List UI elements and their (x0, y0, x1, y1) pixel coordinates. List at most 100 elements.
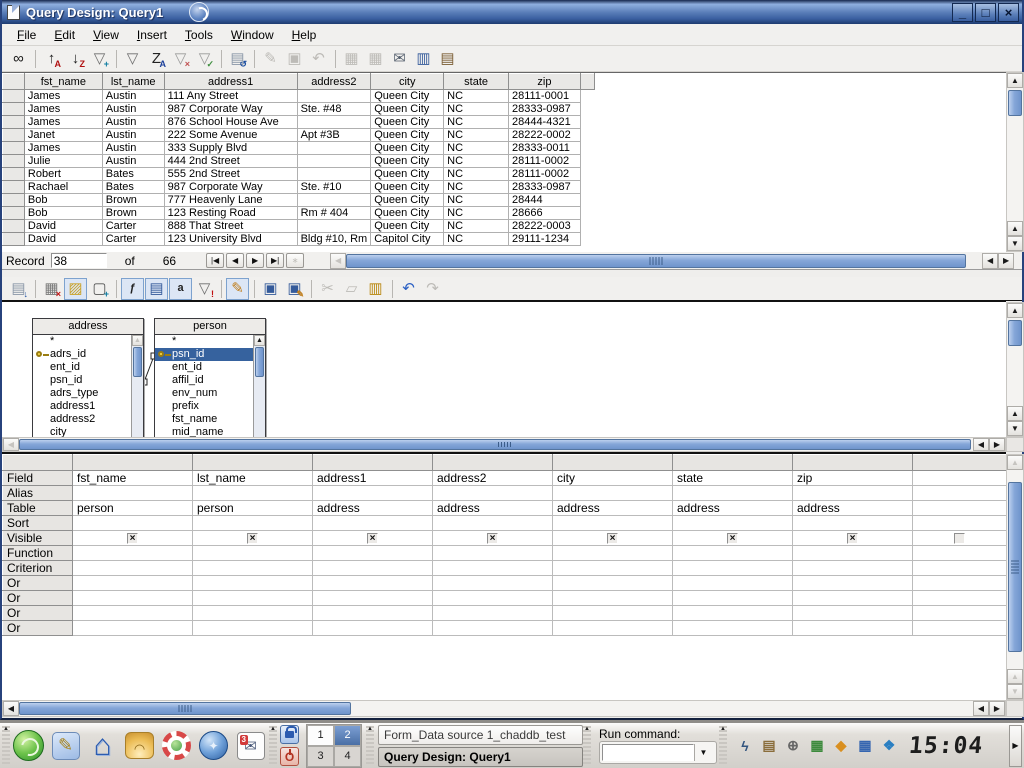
field-address1[interactable]: address1 (33, 400, 131, 413)
query-column-header[interactable] (73, 455, 193, 471)
data-source-browser-button[interactable]: ▤ (436, 48, 459, 70)
cell[interactable] (313, 576, 433, 591)
cell[interactable] (433, 621, 553, 636)
device-plug-icon[interactable]: ⊕ (783, 736, 803, 756)
cell[interactable] (913, 561, 1007, 576)
cell[interactable] (553, 606, 673, 621)
remove-filter-button[interactable]: ▽× (169, 48, 192, 70)
hscroll-thumb[interactable] (346, 254, 966, 268)
cell[interactable]: 28111-0002 (508, 168, 580, 181)
cell[interactable]: Brown (102, 207, 164, 220)
field-mid_name[interactable]: mid_name (155, 426, 253, 437)
minimize-button[interactable]: _ (952, 3, 973, 22)
cell[interactable] (313, 546, 433, 561)
field-fst_name[interactable]: fst_name (155, 413, 253, 426)
cell[interactable]: NC (444, 116, 509, 129)
row-label-visible[interactable]: Visible (3, 531, 73, 546)
cell[interactable]: Bob (24, 194, 102, 207)
cell[interactable]: Queen City (371, 181, 444, 194)
cell[interactable]: 555 2nd Street (164, 168, 297, 181)
save-button[interactable]: ▣ (259, 278, 282, 300)
cell[interactable] (73, 576, 193, 591)
cell[interactable] (313, 516, 433, 531)
cell[interactable]: 888 That Street (164, 220, 297, 233)
clear-query-button[interactable]: ▦× (40, 278, 63, 300)
cell[interactable]: Queen City (371, 116, 444, 129)
query-column-header[interactable] (313, 455, 433, 471)
cell[interactable] (913, 591, 1007, 606)
cell[interactable] (673, 516, 793, 531)
cell[interactable] (193, 516, 313, 531)
edit-data-button[interactable]: ✎ (259, 48, 282, 70)
cell[interactable] (673, 486, 793, 501)
cell[interactable]: Ste. #10 (297, 181, 371, 194)
packages-icon[interactable]: ❖ (879, 736, 899, 756)
field-city[interactable]: city (33, 426, 131, 437)
sort-order-button[interactable]: ZA (145, 48, 168, 70)
visible-checkbox[interactable]: × (247, 533, 258, 544)
query-column-header[interactable] (553, 455, 673, 471)
desktop-3[interactable]: 3 (307, 746, 334, 767)
mail-document-button[interactable]: ✉ (388, 48, 411, 70)
cell[interactable] (193, 486, 313, 501)
column-header-fst_name[interactable]: fst_name (24, 74, 102, 90)
cell[interactable]: Queen City (371, 129, 444, 142)
cell[interactable]: Austin (102, 90, 164, 103)
row-label-sort[interactable]: Sort (3, 516, 73, 531)
cell[interactable] (73, 606, 193, 621)
cell[interactable]: 28333-0987 (508, 103, 580, 116)
field-cell[interactable]: lst_name (193, 471, 313, 486)
table-cell[interactable]: address (433, 501, 553, 516)
row-label-alias[interactable]: Alias (3, 486, 73, 501)
panel-hide-button[interactable]: ▶ (1009, 725, 1022, 767)
table-cell[interactable]: person (193, 501, 313, 516)
desktop-4[interactable]: 4 (334, 746, 361, 767)
run-command-combobox[interactable]: ▼ (599, 741, 717, 764)
edit-button[interactable]: ✎ (226, 278, 249, 300)
display-settings-icon[interactable]: ▦ (807, 736, 827, 756)
column-header-city[interactable]: city (371, 74, 444, 90)
column-header-zip[interactable]: zip (508, 74, 580, 90)
row-selector[interactable] (3, 207, 25, 220)
prev-page-icon[interactable]: ▲ (1007, 669, 1023, 684)
cell[interactable] (433, 606, 553, 621)
field-list-scrollbar[interactable]: ▲ (253, 335, 265, 437)
visible-checkbox[interactable] (954, 533, 965, 544)
cell[interactable]: 28666 (508, 207, 580, 220)
query-column-header[interactable] (913, 455, 1007, 471)
scroll-left-icon[interactable]: ◀ (3, 438, 19, 451)
visible-checkbox[interactable]: × (607, 533, 618, 544)
cell[interactable]: Brown (102, 194, 164, 207)
autofilter-button[interactable]: ▽+ (88, 48, 111, 70)
field-list-scrollbar[interactable]: ▲ (131, 335, 143, 437)
field-adrs_id[interactable]: adrs_id (33, 348, 131, 361)
row-label-table[interactable]: Table (3, 501, 73, 516)
menu-view[interactable]: View (84, 25, 128, 45)
cell[interactable]: 987 Corporate Way (164, 181, 297, 194)
cell[interactable] (73, 621, 193, 636)
cell[interactable] (73, 486, 193, 501)
table-cell[interactable]: address (793, 501, 913, 516)
scroll-right-icon[interactable]: ▶ (989, 701, 1005, 716)
last-record-button[interactable]: ▶| (266, 253, 284, 268)
title-bar[interactable]: Query Design: Query1 _ □ × (2, 0, 1022, 24)
cell[interactable] (553, 576, 673, 591)
run-command-input[interactable] (602, 744, 694, 761)
logout-button[interactable]: O (280, 747, 299, 766)
cell[interactable] (793, 486, 913, 501)
menu-window[interactable]: Window (222, 25, 283, 45)
cell[interactable]: 777 Heavenly Lane (164, 194, 297, 207)
cell[interactable] (913, 576, 1007, 591)
query-column-header[interactable] (673, 455, 793, 471)
paste-button[interactable]: ▥ (364, 278, 387, 300)
panel-handle[interactable]: ▲ (719, 726, 727, 766)
visible-cell[interactable]: × (673, 531, 793, 546)
cell[interactable]: 876 School House Ave (164, 116, 297, 129)
visible-cell[interactable]: × (313, 531, 433, 546)
cell[interactable]: 28111-0002 (508, 155, 580, 168)
cell[interactable]: NC (444, 168, 509, 181)
vscroll-thumb[interactable] (133, 347, 142, 377)
cell[interactable]: 28222-0002 (508, 129, 580, 142)
standard-filter-button[interactable]: ▽ (121, 48, 144, 70)
cell[interactable] (297, 90, 371, 103)
